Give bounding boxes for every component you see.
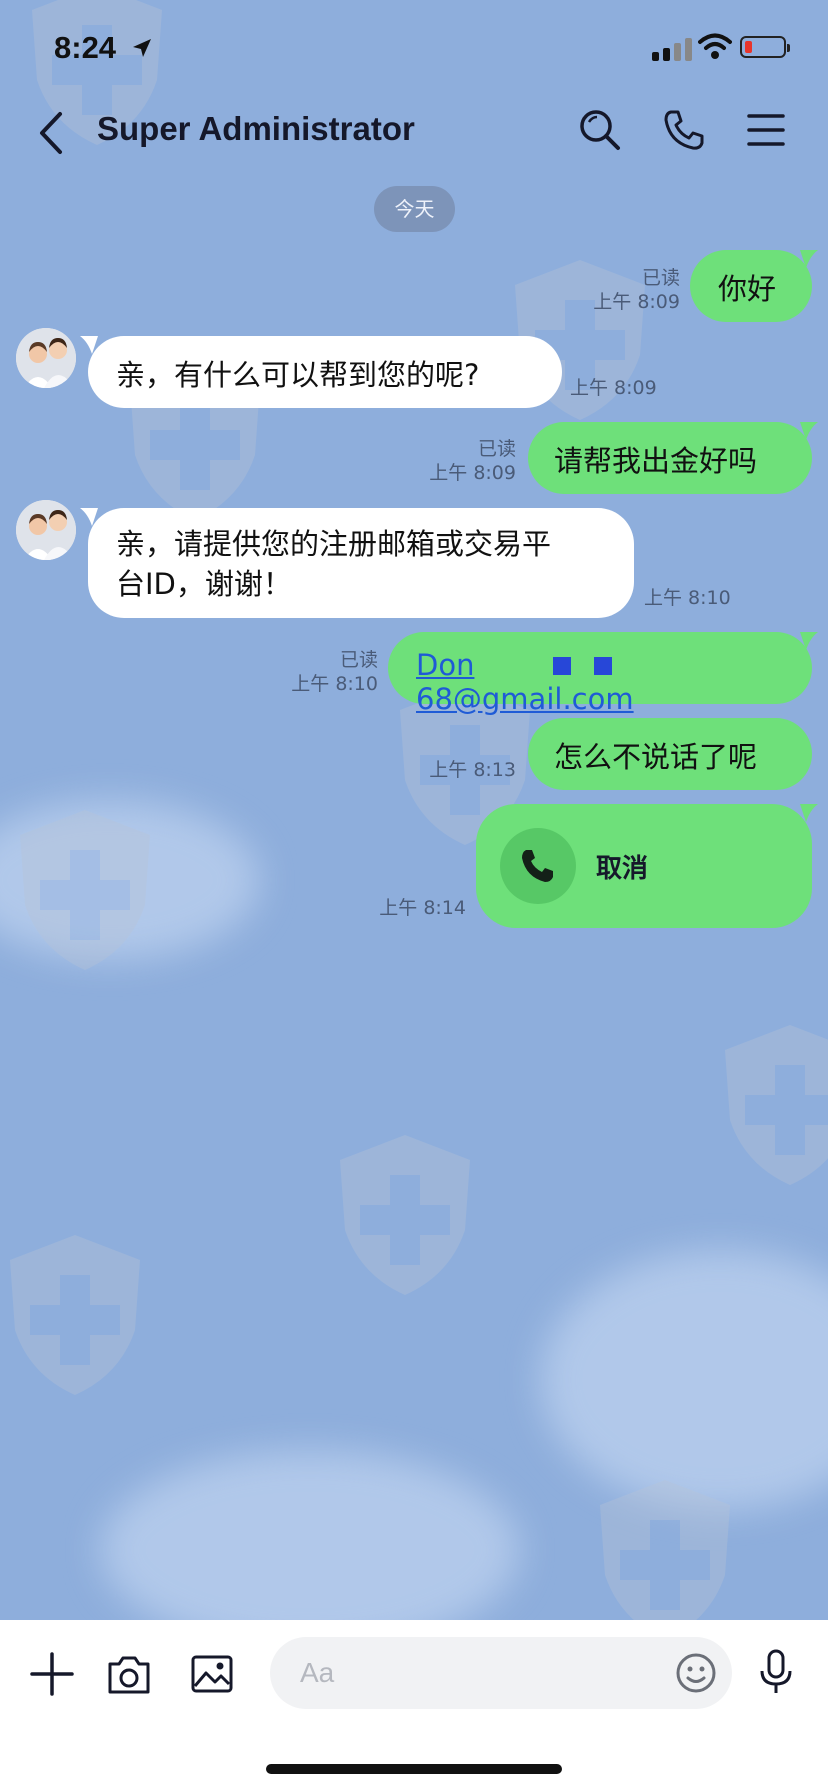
avatar-image	[16, 500, 76, 560]
emoji-icon[interactable]	[672, 1649, 720, 1697]
message-text: 你好	[718, 272, 777, 306]
watermark-shield-icon	[10, 1235, 140, 1395]
message-meta: 上午 8:09	[570, 376, 680, 400]
read-receipt: 已读	[339, 649, 378, 671]
message-bubble-incoming[interactable]: 亲，有什么可以帮到您的呢?	[88, 336, 562, 408]
message-meta: 已读 上午 8:10	[262, 648, 378, 696]
watermark-shield-icon	[725, 1025, 828, 1185]
message-time: 上午 8:10	[644, 587, 731, 609]
redaction-mark	[594, 657, 613, 675]
plus-icon[interactable]	[28, 1650, 76, 1698]
watermark-shield-icon	[20, 810, 150, 970]
search-icon[interactable]	[578, 108, 622, 152]
bubble-tail	[800, 422, 818, 440]
image-icon[interactable]	[188, 1650, 236, 1698]
bubble-tail	[80, 336, 98, 354]
message-input[interactable]	[270, 1637, 732, 1709]
chat-screen: 8:24 Super Administrator 今天 已读 上午 8:09 你…	[0, 0, 828, 1792]
background-cloud	[540, 1250, 828, 1510]
message-text: 亲，有什么可以帮到您的呢?	[116, 358, 480, 392]
message-text: 请帮我出金好吗	[554, 444, 758, 478]
bubble-tail	[800, 250, 818, 268]
message-meta: 已读 上午 8:09	[400, 437, 516, 485]
call-message-bubble[interactable]: 取消	[476, 804, 812, 928]
date-separator: 今天	[374, 186, 455, 232]
message-bubble-outgoing[interactable]: 怎么不说话了呢	[528, 718, 812, 790]
battery-icon	[740, 36, 790, 58]
bubble-tail	[80, 508, 98, 526]
call-icon-circle	[500, 828, 576, 904]
status-time: 8:24	[54, 30, 117, 65]
avatar-image	[16, 328, 76, 388]
bubble-tail	[800, 804, 818, 822]
microphone-icon[interactable]	[752, 1648, 800, 1696]
read-receipt: 已读	[641, 267, 680, 289]
menu-icon[interactable]	[744, 108, 788, 152]
message-time: 上午 8:13	[429, 759, 516, 781]
wifi-icon	[698, 33, 732, 59]
phone-icon	[522, 850, 553, 882]
message-bubble-incoming[interactable]: 亲，请提供您的注册邮箱或交易平 台ID，谢谢！	[88, 508, 634, 618]
read-receipt: 已读	[477, 438, 516, 460]
bubble-tail	[800, 632, 818, 650]
email-link-end[interactable]: 68@gmail.com	[416, 682, 634, 716]
message-time: 上午 8:09	[429, 462, 516, 484]
message-time: 上午 8:09	[570, 377, 657, 399]
message-time: 上午 8:14	[379, 897, 466, 919]
call-status-label: 取消	[596, 854, 649, 884]
redaction-mark	[552, 657, 571, 675]
avatar[interactable]	[16, 328, 76, 388]
phone-icon[interactable]	[662, 108, 706, 152]
email-link-start[interactable]: Don	[416, 648, 474, 682]
message-meta: 上午 8:14	[350, 896, 466, 920]
message-bubble-outgoing[interactable]: 你好	[690, 250, 812, 322]
location-arrow-icon	[133, 39, 151, 57]
message-time: 上午 8:09	[593, 291, 680, 313]
message-text-line: 亲，请提供您的注册邮箱或交易平	[116, 527, 552, 561]
chat-title: Super Administrator	[97, 110, 415, 147]
home-indicator	[266, 1764, 562, 1774]
message-bubble-outgoing[interactable]: Don 68@gmail.com	[388, 632, 812, 716]
message-meta: 已读 上午 8:09	[560, 266, 680, 314]
message-meta: 上午 8:10	[644, 586, 754, 610]
watermark-shield-icon	[340, 1135, 470, 1295]
message-time: 上午 8:10	[291, 673, 378, 695]
camera-icon[interactable]	[105, 1650, 153, 1698]
message-bubble-outgoing[interactable]: 请帮我出金好吗	[528, 422, 812, 494]
message-meta: 上午 8:13	[400, 758, 516, 782]
message-text-line: 台ID，谢谢！	[116, 567, 292, 601]
avatar[interactable]	[16, 500, 76, 560]
message-text: 怎么不说话了呢	[554, 740, 758, 774]
chevron-left-icon[interactable]	[34, 110, 68, 156]
